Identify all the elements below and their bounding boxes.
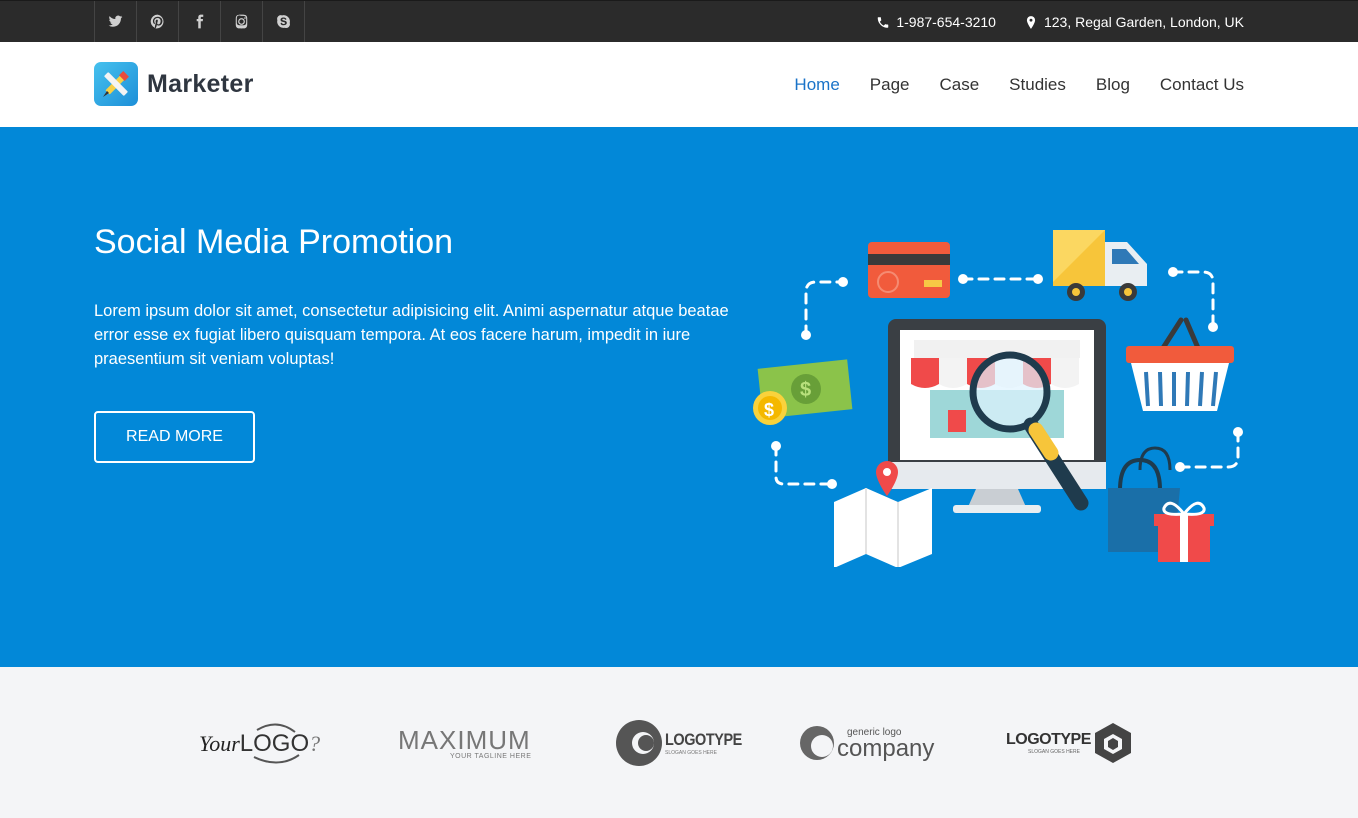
logo3-tagline: SLOGAN GOES HERE: [665, 750, 717, 756]
instagram-icon: [235, 14, 248, 29]
logo5-name: LOGOTYPE: [1006, 731, 1091, 748]
client-logos-strip: YourLOGO? MAXIMUM YOUR TAGLINE HERE LOGO…: [0, 667, 1358, 818]
nav-home[interactable]: Home: [794, 75, 839, 95]
logo3-mark-icon: [616, 720, 662, 766]
logo3-name: LOGOTYPE: [665, 730, 742, 749]
phone-icon: [878, 16, 889, 28]
logo4-mark-icon: [800, 726, 834, 760]
nav-contact-us[interactable]: Contact Us: [1160, 75, 1244, 95]
logo5-hexagon-icon: [1094, 723, 1131, 763]
logo5-tagline: SLOGAN GOES HERE: [1028, 749, 1080, 755]
logo2-tagline: YOUR TAGLINE HERE: [450, 752, 532, 760]
hero-description: Lorem ipsum dolor sit amet, consectetur …: [94, 302, 729, 368]
client-logo-1[interactable]: YourLOGO?: [197, 719, 342, 767]
nav-blog[interactable]: Blog: [1096, 75, 1130, 95]
client-logo-3[interactable]: LOGOTYPE SLOGAN GOES HERE: [615, 719, 755, 767]
logo1-part-b: LOGO: [239, 730, 310, 757]
logo2-name: MAXIMUM: [398, 724, 531, 755]
logo1-part-c: ?: [309, 731, 321, 756]
skype-link[interactable]: [263, 1, 305, 42]
contact-info: 1-987-654-3210 123, Regal Garden, London…: [876, 1, 1244, 43]
client-logo-5[interactable]: LOGOTYPE SLOGAN GOES HERE: [1006, 719, 1133, 767]
shop-monitor-icon: [888, 319, 1106, 513]
nav-page[interactable]: Page: [870, 75, 910, 95]
instagram-link[interactable]: [221, 1, 263, 42]
address-text: 123, Regal Garden, London, UK: [1043, 14, 1244, 30]
phone-info: 1-987-654-3210: [876, 14, 996, 30]
site-header: Marketer Home Page Case Studies Blog Con…: [0, 42, 1358, 127]
brand-logo[interactable]: Marketer: [94, 62, 254, 106]
brand-name: Marketer: [147, 69, 254, 98]
client-logo-2[interactable]: MAXIMUM YOUR TAGLINE HERE: [398, 719, 531, 767]
twitter-icon: [108, 15, 123, 27]
hero-section: Social Media Promotion Lorem ipsum dolor…: [0, 127, 1358, 667]
skype-icon: [277, 15, 290, 29]
svg-text:$: $: [764, 400, 774, 420]
facebook-icon: [196, 14, 204, 29]
logo1-part-a: Your: [199, 731, 240, 756]
pinterest-icon: [150, 14, 164, 29]
marketer-logo-icon: [94, 62, 138, 106]
map-marker-icon: [1026, 15, 1036, 29]
read-more-button[interactable]: READ MORE: [94, 411, 255, 463]
credit-card-icon: [868, 242, 950, 298]
facebook-link[interactable]: [179, 1, 221, 42]
nav-studies[interactable]: Studies: [1009, 75, 1066, 95]
delivery-truck-icon: [1053, 230, 1147, 301]
money-icon: $ $: [753, 359, 853, 425]
svg-text:$: $: [800, 379, 811, 401]
client-logo-4[interactable]: generic logo company: [798, 719, 934, 767]
top-bar: 1-987-654-3210 123, Regal Garden, London…: [0, 0, 1358, 43]
shopping-bag-icon: [1108, 446, 1214, 562]
twitter-link[interactable]: [95, 1, 137, 42]
shopping-basket-icon: [1126, 317, 1234, 411]
phone-number[interactable]: 1-987-654-3210: [896, 14, 996, 30]
social-links: [94, 1, 305, 43]
logo4-name: company: [837, 734, 935, 762]
main-nav: Home Page Case Studies Blog Contact Us: [794, 42, 1244, 127]
hero-title: Social Media Promotion: [94, 223, 454, 261]
nav-case[interactable]: Case: [939, 75, 979, 95]
pinterest-link[interactable]: [137, 1, 179, 42]
address-info: 123, Regal Garden, London, UK: [1024, 14, 1244, 30]
ecommerce-illustration: $ $: [753, 230, 1243, 567]
